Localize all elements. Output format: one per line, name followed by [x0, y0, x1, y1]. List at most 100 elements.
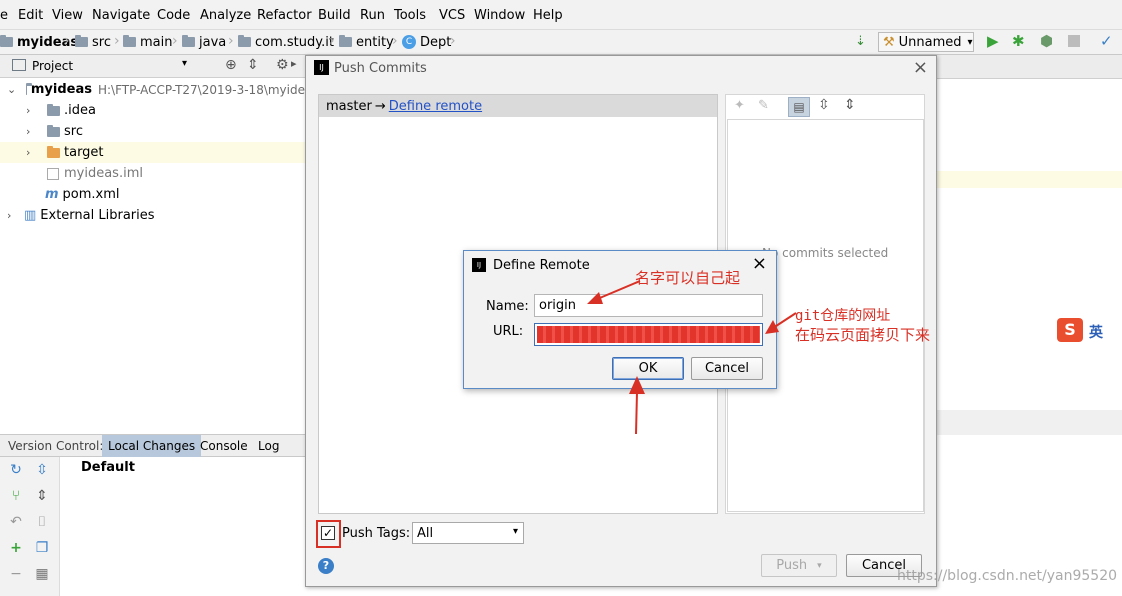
tree-row-src[interactable]: › src: [0, 121, 305, 142]
chevron-right-icon[interactable]: ›: [26, 125, 30, 138]
menu-view[interactable]: View: [52, 8, 83, 23]
url-input[interactable]: [534, 323, 763, 346]
chevron-right-icon: ›: [392, 33, 398, 49]
chevron-right-icon: ›: [228, 33, 234, 49]
close-icon[interactable]: ×: [752, 253, 767, 274]
run-config-icon: ⚒: [883, 34, 895, 50]
push-target-row[interactable]: master → Define remote: [319, 95, 717, 117]
intellij-logo-icon: IJ: [314, 60, 329, 75]
menu-analyze[interactable]: Analyze: [200, 8, 251, 23]
run-config-label: Unnamed: [898, 34, 962, 50]
vcs-commit-icon[interactable]: ✓: [1100, 32, 1113, 50]
tree-item-label: src: [64, 124, 83, 139]
tab-local-changes[interactable]: Local Changes: [102, 435, 202, 457]
menu-edit[interactable]: Edit: [18, 8, 43, 23]
ime-logo-icon[interactable]: S: [1057, 318, 1083, 342]
tree-row-root[interactable]: ⌄ myideas H:\FTP-ACCP-T27\2019-3-18\myid…: [0, 79, 305, 100]
project-view-icon: [12, 59, 26, 71]
breadcrumb-dept[interactable]: C Dept: [402, 33, 451, 51]
gear-icon[interactable]: ⚙: [276, 57, 289, 73]
annotation-arrow-ok: [629, 376, 645, 435]
package-icon: [238, 35, 251, 47]
tree-row-pom[interactable]: m pom.xml: [0, 184, 305, 205]
chevron-down-icon[interactable]: ▾: [182, 58, 187, 69]
name-value: origin: [539, 298, 577, 313]
menu-refactor[interactable]: Refactor: [257, 8, 312, 23]
menu-code[interactable]: Code: [157, 8, 190, 23]
current-line-highlight: [937, 171, 1122, 188]
menu-tools[interactable]: Tools: [394, 8, 426, 23]
breadcrumb-main[interactable]: main: [123, 33, 172, 51]
tree-row-target[interactable]: › target: [0, 142, 305, 163]
navigation-bar: myideas › src › main › java › com.study.…: [0, 30, 1122, 55]
close-icon[interactable]: ×: [913, 57, 928, 78]
push-tags-value: All: [417, 525, 434, 541]
collapse-all-icon[interactable]: ⇕: [34, 488, 50, 504]
menu-help[interactable]: Help: [533, 8, 563, 23]
menu-vcs[interactable]: VCS: [439, 8, 465, 23]
chevron-right-icon[interactable]: ›: [26, 146, 30, 159]
chevron-right-icon[interactable]: ›: [7, 209, 11, 222]
menu-window[interactable]: Window: [474, 8, 525, 23]
define-remote-link[interactable]: Define remote: [389, 99, 482, 114]
chevron-right-icon[interactable]: ›: [26, 104, 30, 117]
push-tags-select[interactable]: All ▾: [412, 522, 524, 544]
run-icon[interactable]: ▶: [987, 32, 999, 50]
menu-run[interactable]: Run: [360, 8, 385, 23]
ok-button[interactable]: OK: [612, 357, 684, 380]
breadcrumb-label: java: [199, 34, 227, 50]
help-icon[interactable]: ?: [318, 558, 334, 574]
module-folder-icon: [26, 82, 32, 95]
push-button[interactable]: Push ▾: [761, 554, 837, 577]
run-config-select[interactable]: ⚒ Unnamed ▾: [878, 32, 974, 52]
tab-log[interactable]: Log: [252, 435, 285, 457]
rollback-icon[interactable]: ↶: [8, 514, 24, 530]
expand-all-icon[interactable]: ⇳: [34, 462, 50, 478]
expand-all-icon[interactable]: ⇳: [818, 97, 830, 113]
branch-icon[interactable]: ⑂: [8, 488, 24, 504]
tree-row-iml[interactable]: myideas.iml: [0, 163, 305, 184]
vcs-update-icon[interactable]: ⇣: [855, 34, 866, 49]
annotation-arrow-name: [587, 280, 641, 304]
collapse-all-icon[interactable]: ⇕: [844, 97, 856, 113]
chevron-down-icon[interactable]: ⌄: [7, 83, 16, 96]
define-cancel-button[interactable]: Cancel: [691, 357, 763, 380]
menu-build[interactable]: Build: [318, 8, 351, 23]
breadcrumb-src[interactable]: src: [75, 33, 111, 51]
version-control-tabbar: Version Control: Local Changes Console L…: [0, 434, 305, 457]
push-tags-checkbox[interactable]: ✓: [321, 526, 335, 540]
chevron-right-icon: ›: [450, 33, 456, 49]
shelf-icon[interactable]: ▦: [34, 566, 50, 582]
breadcrumb-java[interactable]: java: [182, 33, 226, 51]
tab-console[interactable]: Console: [194, 435, 254, 457]
tree-row-idea[interactable]: › .idea: [0, 100, 305, 121]
menu-file-fragment[interactable]: e: [0, 8, 8, 23]
minimize-icon[interactable]: ▸: [291, 57, 297, 70]
add-icon[interactable]: +: [8, 540, 24, 556]
ime-mode-label[interactable]: 英: [1089, 322, 1103, 342]
chevron-down-icon: ▾: [817, 560, 822, 571]
debug-icon[interactable]: ✱: [1012, 32, 1025, 50]
refresh-icon[interactable]: ↻: [8, 462, 24, 478]
chevron-right-icon: ›: [172, 33, 178, 49]
changelist-default[interactable]: Default: [81, 460, 135, 475]
group-icon[interactable]: ⌷: [34, 514, 50, 530]
remove-icon[interactable]: −: [8, 566, 24, 582]
menu-navigate[interactable]: Navigate: [92, 8, 150, 23]
breadcrumb-label: main: [140, 34, 173, 50]
copy-icon[interactable]: ❐: [34, 540, 50, 556]
collapse-icon[interactable]: ⇕: [247, 57, 259, 73]
coverage-icon[interactable]: ⬢: [1040, 32, 1053, 50]
dialog-title: Define Remote: [493, 258, 590, 273]
stop-icon[interactable]: [1068, 35, 1080, 47]
locate-icon[interactable]: ⊕: [225, 57, 237, 73]
project-panel-title[interactable]: Project: [32, 59, 73, 73]
details-toggle-icon[interactable]: ▤: [788, 97, 810, 117]
breadcrumb-package[interactable]: com.study.it: [238, 33, 334, 51]
annotation-url-note: git仓库的网址: [795, 308, 891, 324]
name-input[interactable]: origin: [534, 294, 763, 317]
breadcrumb-entity[interactable]: entity: [339, 33, 394, 51]
url-redacted-value: [537, 326, 760, 343]
editor-tabbar: [937, 55, 1122, 79]
tree-row-external-libraries[interactable]: › ▥ External Libraries: [0, 205, 305, 226]
